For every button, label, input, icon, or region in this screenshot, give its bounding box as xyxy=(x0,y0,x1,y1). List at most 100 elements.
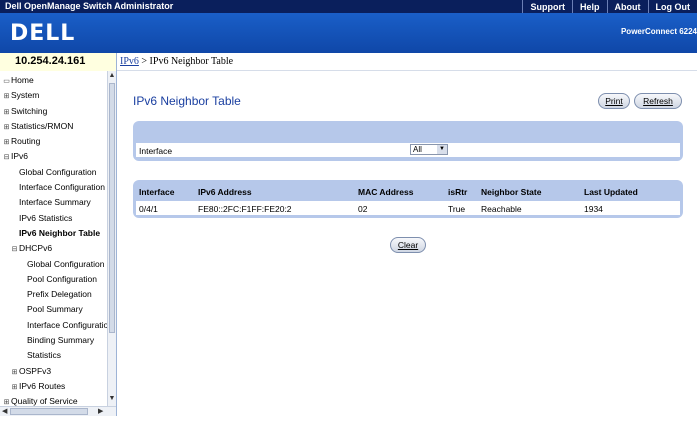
device-ip: 10.254.24.161 xyxy=(15,55,86,67)
nav-item-label: Prefix Delegation xyxy=(27,289,92,300)
expand-icon[interactable]: ⊞ xyxy=(2,120,11,134)
nav-item-label: Home xyxy=(11,75,34,85)
app-title: Dell OpenManage Switch Administrator xyxy=(5,1,174,11)
nav-item-label: Global Configuration xyxy=(27,258,105,269)
nav-item-label: Interface Configuration xyxy=(27,319,108,330)
cell-neighbor-state: Reachable xyxy=(481,204,522,214)
nav-item-label: Interface Summary xyxy=(19,197,91,208)
product-name: PowerConnect 6224 xyxy=(620,27,697,36)
nav-item[interactable]: Global Configuration xyxy=(0,257,108,272)
interface-label: Interface xyxy=(139,146,173,156)
nav-item-label: Pool Configuration xyxy=(27,273,97,284)
clear-button[interactable]: Clear xyxy=(390,237,426,253)
home-icon[interactable]: ▭ xyxy=(2,74,11,88)
about-link[interactable]: About xyxy=(606,0,648,13)
nav-item-label: System xyxy=(11,90,40,101)
expand-icon[interactable]: ⊞ xyxy=(2,135,11,149)
nav-item[interactable]: Prefix Delegation xyxy=(0,287,108,302)
nav-item-label: Quality of Service xyxy=(11,396,78,407)
collapse-icon[interactable]: ⊟ xyxy=(2,150,11,164)
breadcrumb-current: IPv6 Neighbor Table xyxy=(149,56,234,67)
scroll-right-icon[interactable]: ▶ xyxy=(98,407,103,416)
interface-select[interactable]: All ▼ xyxy=(410,144,448,155)
top-links: Support Help About Log Out xyxy=(522,0,697,13)
nav-item[interactable]: ⊞ Statistics/RMON xyxy=(0,119,108,134)
expand-icon[interactable]: ⊞ xyxy=(10,365,19,379)
filter-panel: Interface All ▼ xyxy=(133,121,683,161)
neighbor-table: Interface IPv6 Address MAC Address isRtr… xyxy=(133,180,683,218)
nav-item-label: DHCPv6 xyxy=(19,243,53,254)
nav-item[interactable]: ⊞ IPv6 Routes xyxy=(0,379,108,394)
nav-item[interactable]: Global Configuration xyxy=(0,165,108,180)
nav-item[interactable]: ⊞ Routing xyxy=(0,134,108,149)
expand-icon[interactable]: ⊞ xyxy=(2,89,11,103)
col-ipv6-address: IPv6 Address xyxy=(198,187,252,197)
collapse-icon[interactable]: ⊟ xyxy=(10,242,19,256)
nav-vertical-scrollbar[interactable]: ▲ ▼ xyxy=(107,71,116,416)
nav-item[interactable]: Pool Summary xyxy=(0,302,108,317)
table-row: 0/4/1 FE80::2FC:F1FF:FE20:2 02 True Reac… xyxy=(136,201,680,215)
nav-item-label: Interface Configuration xyxy=(19,182,105,193)
nav-item[interactable]: Binding Summary xyxy=(0,333,108,348)
nav-item-label: Routing xyxy=(11,136,41,147)
nav-item-label: IPv6 xyxy=(11,151,29,162)
breadcrumb: IPv6 > IPv6 Neighbor Table xyxy=(117,53,697,71)
help-link[interactable]: Help xyxy=(571,0,607,13)
scroll-thumb[interactable] xyxy=(109,83,115,333)
nav-tree: ▭Home ⊞ System ⊞ Switching ⊞ Statistics/RMON ⊞ R… xyxy=(0,73,108,416)
nav-item[interactable]: IPv6 Neighbor Table xyxy=(0,226,108,241)
hscroll-thumb[interactable] xyxy=(10,408,88,415)
nav-item-label: Statistics/RMON xyxy=(11,120,74,131)
nav-item[interactable]: ⊞ System xyxy=(0,88,108,103)
cell-last-updated: 1934 xyxy=(584,204,603,214)
cell-mac-address: 02 xyxy=(358,204,368,214)
nav-horizontal-scrollbar[interactable]: ◀ ▶ xyxy=(0,406,116,416)
cell-ipv6-address: FE80::2FC:F1FF:FE20:2 xyxy=(198,204,292,214)
breadcrumb-link-ipv6[interactable]: IPv6 xyxy=(120,56,139,67)
scroll-up-icon[interactable]: ▲ xyxy=(108,71,116,81)
nav-item[interactable]: Interface Configuration xyxy=(0,180,108,195)
support-link[interactable]: Support xyxy=(522,0,572,13)
interface-select-value: All xyxy=(413,145,422,154)
scroll-left-icon[interactable]: ◀ xyxy=(2,407,7,416)
page-title: IPv6 Neighbor Table xyxy=(133,94,241,108)
print-button[interactable]: Print xyxy=(598,93,630,109)
refresh-button[interactable]: Refresh xyxy=(634,93,682,109)
top-bar: Dell OpenManage Switch Administrator Sup… xyxy=(0,0,697,13)
nav-item[interactable]: Statistics xyxy=(0,348,108,363)
filter-row: Interface All ▼ xyxy=(136,143,680,157)
cell-isrtr: True xyxy=(448,204,466,214)
expand-icon[interactable]: ⊞ xyxy=(10,380,19,394)
nav-item[interactable]: ⊟ IPv6 xyxy=(0,149,108,164)
nav-item[interactable]: IPv6 Statistics xyxy=(0,211,108,226)
main-content: IPv6 Neighbor Table Print Refresh Interf… xyxy=(118,72,697,417)
nav-item-label: Statistics xyxy=(27,350,62,361)
nav-item-label: OSPFv3 xyxy=(19,365,52,376)
dell-logo: DELL xyxy=(10,21,76,46)
nav-item-label: Binding Summary xyxy=(27,335,95,346)
nav-item[interactable]: ⊞ Switching xyxy=(0,104,108,119)
nav-item[interactable]: ▭Home xyxy=(0,73,108,88)
device-ip-box: 10.254.24.161 xyxy=(0,53,117,71)
nav-item[interactable]: Interface Summary xyxy=(0,195,108,210)
nav-item-label: IPv6 Neighbor Table xyxy=(19,227,101,238)
left-nav: ▭Home ⊞ System ⊞ Switching ⊞ Statistics/RMON ⊞ R… xyxy=(0,71,117,416)
breadcrumb-text: IPv6 > IPv6 Neighbor Table xyxy=(120,56,233,67)
header-banner: DELL PowerConnect 6224 xyxy=(0,13,697,53)
col-isrtr: isRtr xyxy=(448,187,468,197)
nav-item-label: Pool Summary xyxy=(27,304,83,315)
breadcrumb-separator: > xyxy=(138,56,150,67)
chevron-down-icon[interactable]: ▼ xyxy=(437,145,447,154)
nav-item[interactable]: ⊞ OSPFv3 xyxy=(0,364,108,379)
nav-item[interactable]: Pool Configuration xyxy=(0,272,108,287)
nav-item-label: IPv6 Routes xyxy=(19,380,66,391)
nav-item[interactable]: ⊟ DHCPv6 xyxy=(0,241,108,256)
table-header: Interface IPv6 Address MAC Address isRtr… xyxy=(139,187,679,199)
nav-item[interactable]: Interface Configuration xyxy=(0,318,108,333)
nav-item-label: Switching xyxy=(11,105,48,116)
expand-icon[interactable]: ⊞ xyxy=(2,105,11,119)
logout-link[interactable]: Log Out xyxy=(647,0,697,13)
col-last-updated: Last Updated xyxy=(584,187,638,197)
col-mac-address: MAC Address xyxy=(358,187,414,197)
scroll-down-icon[interactable]: ▼ xyxy=(108,394,116,404)
